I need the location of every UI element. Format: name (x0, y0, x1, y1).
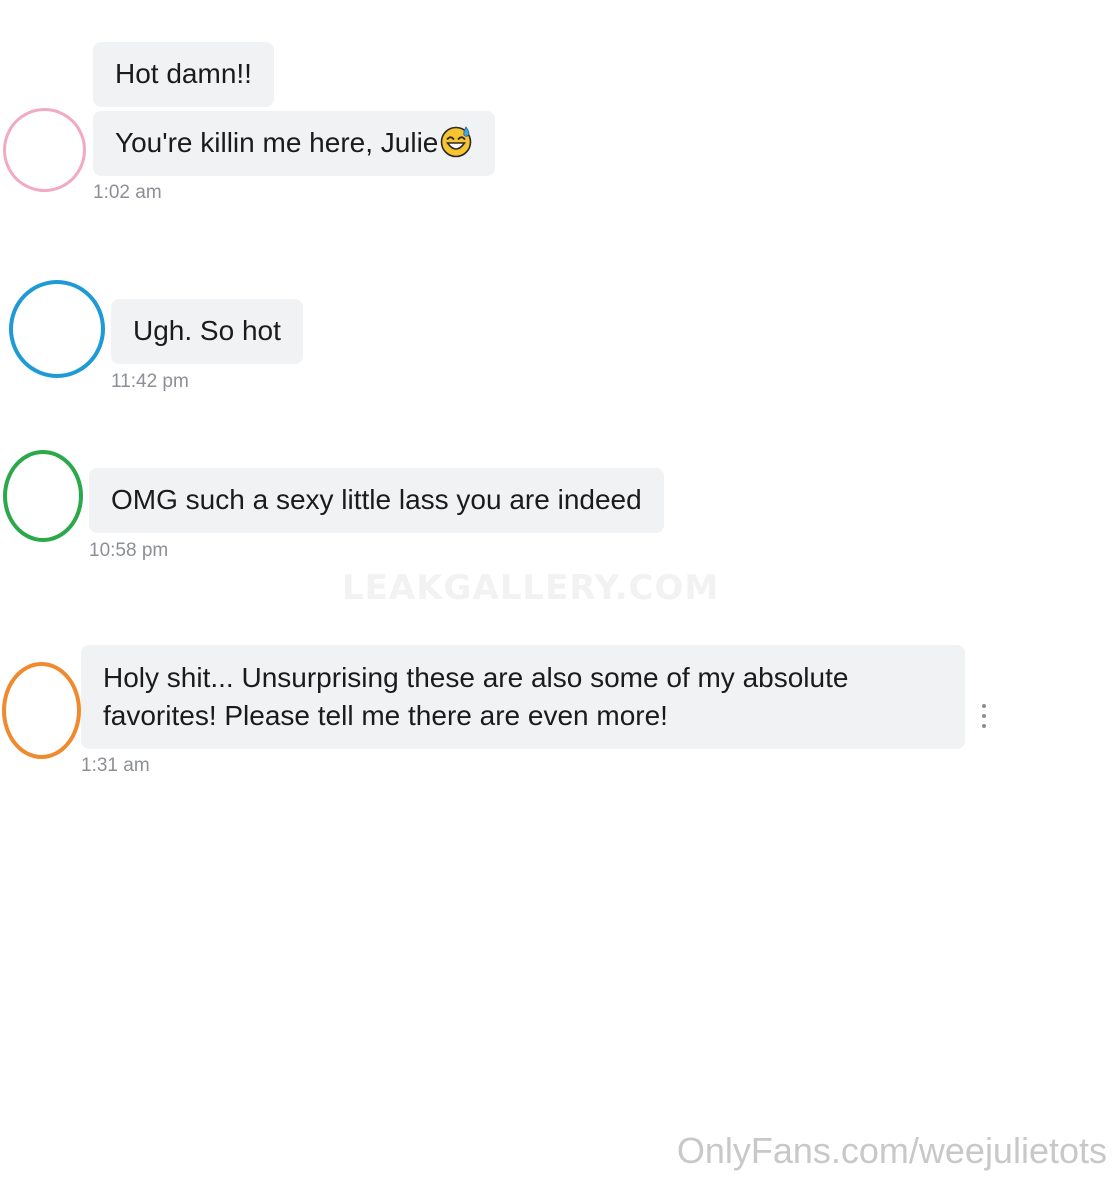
avatar[interactable] (2, 662, 81, 759)
message-timestamp: 11:42 pm (111, 371, 189, 392)
avatar[interactable] (3, 450, 83, 542)
message-text: OMG such a sexy little lass you are inde… (111, 484, 642, 515)
avatar[interactable] (3, 108, 86, 192)
message-bubble: Ugh. So hot (111, 299, 303, 364)
watermark: LEAKGALLERY.COM (342, 568, 720, 608)
message-text: Ugh. So hot (133, 315, 281, 346)
source-credit: OnlyFans.com/weejulietots (676, 1130, 1107, 1171)
message-timestamp: 1:31 am (81, 755, 150, 776)
message-bubble: You're killin me here, Julie (93, 111, 496, 176)
sweat-smile-emoji-icon (439, 124, 473, 168)
message-bubble: Hot damn!! (93, 42, 274, 107)
message-bubble: Holy shit... Unsurprising these are also… (81, 645, 965, 749)
message-bubble: OMG such a sexy little lass you are inde… (89, 468, 664, 533)
more-vertical-icon[interactable] (979, 704, 989, 728)
avatar[interactable] (9, 280, 105, 378)
message-text: Hot damn!! (115, 58, 252, 89)
message-text: You're killin me here, Julie (115, 127, 439, 158)
message-timestamp: 10:58 pm (89, 540, 169, 561)
message-text: Holy shit... Unsurprising these are also… (103, 662, 849, 731)
message-timestamp: 1:02 am (93, 182, 162, 203)
